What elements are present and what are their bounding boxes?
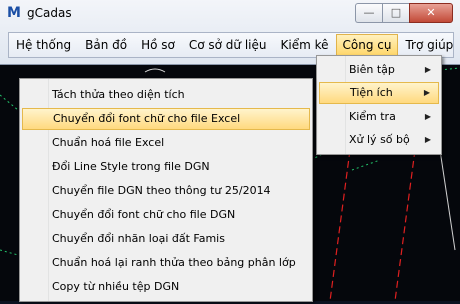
submenu-item-label: Tiện ích [350, 86, 393, 99]
menu-item-nhan-famis[interactable]: Chuyển đổi nhãn loại đất Famis [22, 228, 310, 250]
menu-item-dgn-tt25[interactable]: Chuyển file DGN theo thông tư 25/2014 [22, 180, 310, 202]
submenu-item-label: Biên tập [349, 63, 395, 76]
menu-he-thong[interactable]: Hệ thống [9, 34, 78, 56]
title-bar[interactable]: M gCadas — □ ✕ [0, 0, 460, 28]
menu-item-font-excel[interactable]: Chuyển đổi font chữ cho file Excel [22, 108, 310, 130]
menu-tro-giup[interactable]: Trợ giúp [398, 34, 460, 56]
close-button[interactable]: ✕ [409, 3, 453, 23]
menu-item-copy-dgn[interactable]: Copy từ nhiều tệp DGN [22, 276, 310, 298]
menu-item-tach-thua[interactable]: Tách thửa theo diện tích [22, 84, 310, 106]
menu-item-line-style[interactable]: Đổi Line Style trong file DGN [22, 156, 310, 178]
menu-item-chuan-hoa-excel[interactable]: Chuẩn hoá file Excel [22, 132, 310, 154]
submenu-arrow-icon: ▶ [424, 65, 431, 74]
cong-cu-submenu: Biên tập ▶ Tiện ích ▶ Kiểm tra ▶ Xử lý s… [316, 55, 442, 155]
menu-item-font-dgn[interactable]: Chuyển đổi font chữ cho file DGN [22, 204, 310, 226]
maximize-button[interactable]: □ [382, 3, 409, 23]
window-title: gCadas [27, 6, 72, 20]
submenu-item-xu-ly-so-bo[interactable]: Xử lý số bộ ▶ [319, 129, 439, 151]
submenu-item-kiem-tra[interactable]: Kiểm tra ▶ [319, 106, 439, 128]
submenu-item-tien-ich[interactable]: Tiện ích ▶ [319, 82, 439, 104]
submenu-item-bien-tap[interactable]: Biên tập ▶ [319, 59, 439, 81]
submenu-arrow-icon: ▶ [423, 88, 430, 97]
menu-cong-cu[interactable]: Công cụ [335, 34, 399, 56]
menu-co-so-du-lieu[interactable]: Cơ sở dữ liệu [182, 34, 274, 56]
app-logo-icon: M [7, 5, 21, 21]
tien-ich-menu: Tách thửa theo diện tích Chuyển đổi font… [19, 78, 313, 302]
submenu-arrow-icon: ▶ [424, 135, 431, 144]
submenu-item-label: Xử lý số bộ [349, 133, 410, 146]
window-controls: — □ ✕ [355, 3, 453, 23]
minimize-button[interactable]: — [355, 3, 382, 23]
menu-item-ranh-thua[interactable]: Chuẩn hoá lại ranh thửa theo bảng phân l… [22, 252, 310, 274]
menu-ho-so[interactable]: Hồ sơ [134, 34, 182, 56]
submenu-item-label: Kiểm tra [349, 110, 396, 123]
submenu-arrow-icon: ▶ [424, 112, 431, 121]
menu-kiem-ke[interactable]: Kiểm kê [274, 34, 336, 56]
menu-ban-do[interactable]: Bản đồ [78, 34, 134, 56]
